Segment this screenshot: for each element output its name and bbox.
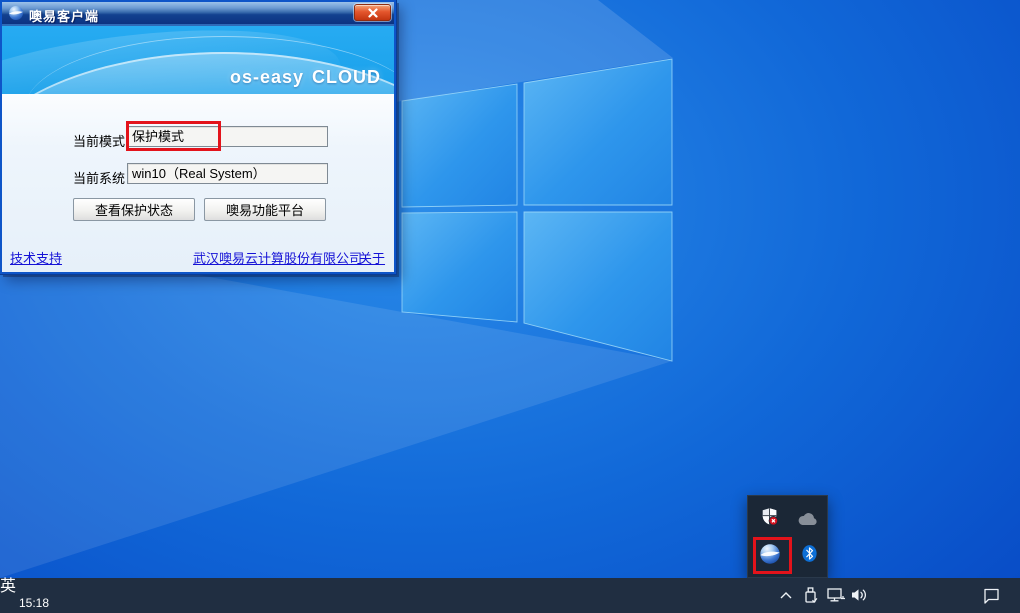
windows-pane-bottom-left: [402, 212, 517, 322]
onedrive-tray-icon[interactable]: [797, 508, 819, 530]
taskbar[interactable]: 英 15:18 2023/3/8: [0, 578, 1020, 613]
oseasy-client-window: 噢易客户端 os-easy CLOUD 当前模式 保护模式 当前系统 win10（…: [0, 0, 396, 274]
bluetooth-tray-icon[interactable]: [798, 542, 820, 564]
oseasy-globe-icon: [759, 542, 781, 566]
tray-overflow-flyout: [747, 495, 828, 578]
action-center-button[interactable]: [981, 586, 1001, 605]
volume-button[interactable]: [849, 585, 869, 605]
clock-time: 15:18: [0, 596, 68, 611]
about-link[interactable]: 关于: [359, 248, 385, 267]
view-protection-status-button[interactable]: 查看保护状态: [73, 198, 195, 221]
dialog-body: 当前模式 保护模式 当前系统 win10（Real System） 查看保护状态…: [2, 94, 394, 272]
usb-device-icon: [801, 585, 821, 606]
notification-bubble-icon: [981, 586, 1001, 605]
current-system-field[interactable]: win10（Real System）: [127, 163, 328, 184]
windows-defender-tray-icon[interactable]: [758, 505, 780, 527]
oseasy-platform-button[interactable]: 噢易功能平台: [204, 198, 326, 221]
network-status-button[interactable]: [825, 585, 847, 605]
brand-banner: os-easy CLOUD: [2, 26, 394, 94]
close-icon: [368, 8, 378, 18]
windows-pane-top-right: [524, 59, 672, 205]
brand-logo-secondary: CLOUD: [312, 67, 381, 87]
close-button[interactable]: [354, 4, 391, 21]
current-mode-field[interactable]: 保护模式: [127, 126, 328, 147]
network-icon: [825, 585, 847, 605]
cloud-icon: [797, 512, 819, 526]
safely-remove-hardware-button[interactable]: [801, 585, 821, 606]
oseasy-app-icon: [8, 5, 24, 21]
window-titlebar[interactable]: 噢易客户端: [2, 2, 394, 24]
brand-logo-primary: os-easy: [230, 67, 304, 87]
current-system-label: 当前系统: [73, 168, 125, 187]
current-mode-label: 当前模式: [73, 131, 125, 150]
brand-logo: os-easy CLOUD: [230, 67, 381, 88]
company-link[interactable]: 武汉噢易云计算股份有限公司: [193, 248, 362, 267]
screen: 噢易客户端 os-easy CLOUD 当前模式 保护模式 当前系统 win10（…: [0, 0, 1020, 613]
clock[interactable]: 15:18 2023/3/8: [0, 596, 68, 613]
show-hidden-icons-button[interactable]: [778, 588, 794, 602]
windows-pane-top-left: [402, 84, 517, 207]
defender-shield-icon: [760, 507, 779, 526]
chevron-up-icon: [778, 588, 794, 602]
oseasy-client-tray-icon[interactable]: [759, 543, 781, 565]
tech-support-link[interactable]: 技术支持: [10, 248, 62, 267]
bluetooth-icon: [800, 543, 819, 564]
speaker-icon: [849, 585, 869, 605]
window-title: 噢易客户端: [29, 6, 99, 25]
